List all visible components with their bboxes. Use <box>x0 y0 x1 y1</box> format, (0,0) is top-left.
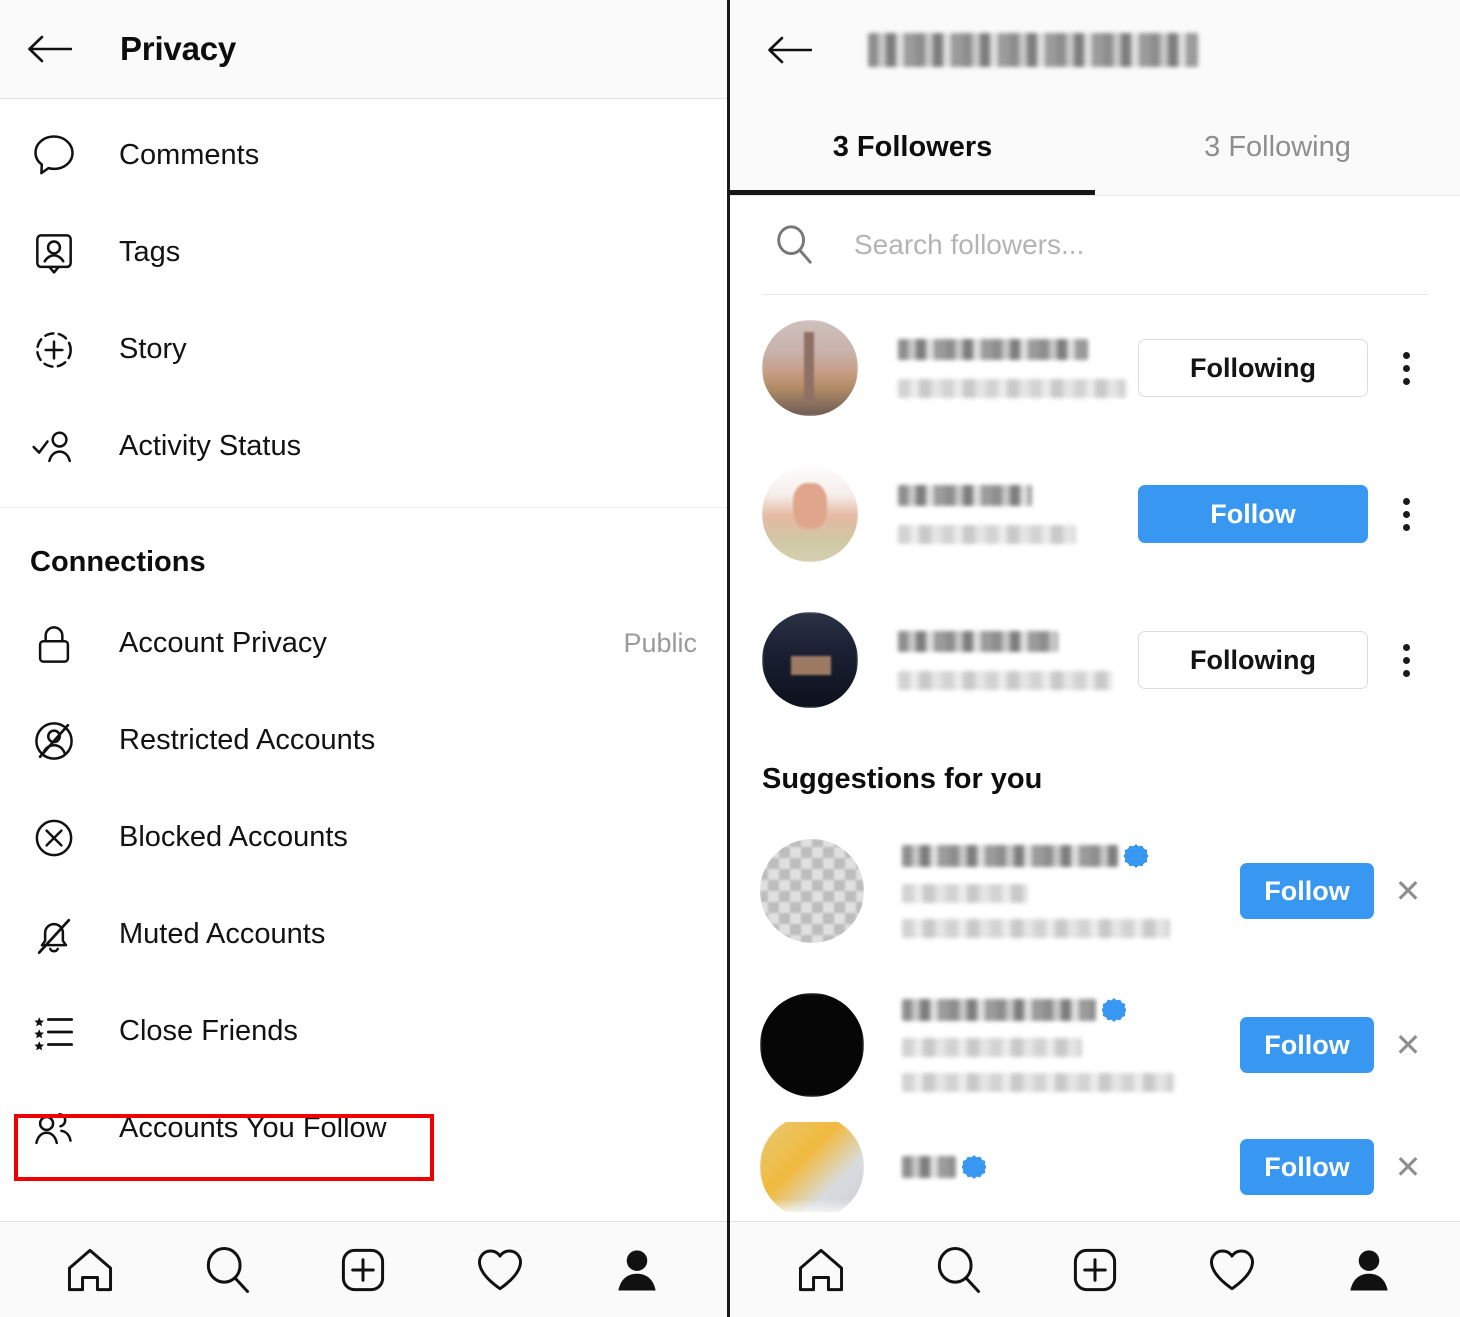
add-post-icon[interactable] <box>1062 1237 1128 1303</box>
sidebar-item-tags[interactable]: Tags <box>0 204 727 301</box>
blocked-circle-x-icon <box>27 811 81 865</box>
follower-name-block <box>898 338 1138 398</box>
suggestion-name-block <box>902 1155 1232 1179</box>
bottom-nav-right <box>730 1221 1460 1317</box>
sidebar-item-label: Blocked Accounts <box>119 821 348 853</box>
suggestion-name-block <box>902 998 1232 1092</box>
sidebar-item-label: Close Friends <box>119 1015 298 1047</box>
sidebar-item-activity-status[interactable]: Activity Status <box>0 398 727 495</box>
avatar[interactable] <box>760 993 864 1097</box>
privacy-main-list: Comments Tags Story Activity Status <box>0 99 727 495</box>
bottom-nav-left <box>0 1221 727 1317</box>
muted-bell-icon <box>27 908 81 962</box>
sidebar-item-label: Activity Status <box>119 430 302 462</box>
close-x-icon[interactable]: ✕ <box>1382 1148 1434 1186</box>
sidebar-item-story[interactable]: Story <box>0 301 727 398</box>
back-arrow-icon[interactable] <box>26 34 72 64</box>
profile-icon[interactable] <box>1336 1237 1402 1303</box>
activity-status-icon <box>27 420 81 474</box>
sidebar-item-label: Restricted Accounts <box>119 724 376 756</box>
account-username-blurred <box>868 30 1198 70</box>
back-arrow-icon[interactable] <box>766 35 812 65</box>
sidebar-item-blocked-accounts[interactable]: Blocked Accounts <box>0 789 727 886</box>
verified-badge-icon <box>1124 844 1148 868</box>
lock-icon <box>27 617 81 671</box>
follow-button[interactable]: Follow <box>1240 863 1374 919</box>
tab-following[interactable]: 3 Following <box>1095 99 1460 195</box>
close-x-icon[interactable]: ✕ <box>1382 872 1434 910</box>
follower-row[interactable]: Following <box>730 587 1460 733</box>
close-x-icon[interactable]: ✕ <box>1382 1026 1434 1064</box>
sidebar-item-label: Account Privacy <box>119 627 327 659</box>
home-icon[interactable] <box>57 1237 123 1303</box>
follower-row[interactable]: Following <box>730 295 1460 441</box>
avatar[interactable] <box>760 839 864 943</box>
search-icon[interactable] <box>925 1237 991 1303</box>
sidebar-item-muted-accounts[interactable]: Muted Accounts <box>0 886 727 983</box>
sidebar-item-comments[interactable]: Comments <box>0 107 727 204</box>
avatar[interactable] <box>760 1122 864 1212</box>
follow-button[interactable]: Follow <box>1240 1017 1374 1073</box>
sidebar-item-close-friends[interactable]: Close Friends <box>0 983 727 1080</box>
search-icon <box>772 222 818 268</box>
suggestion-row[interactable]: Follow ✕ <box>730 814 1460 968</box>
privacy-header: Privacy <box>0 0 727 99</box>
suggestion-row[interactable]: Follow ✕ <box>730 968 1460 1122</box>
avatar[interactable] <box>762 612 858 708</box>
heart-icon[interactable] <box>467 1237 533 1303</box>
following-button[interactable]: Following <box>1138 631 1368 689</box>
avatar[interactable] <box>762 466 858 562</box>
more-vertical-icon[interactable] <box>1378 497 1434 531</box>
following-button[interactable]: Following <box>1138 339 1368 397</box>
avatar[interactable] <box>762 320 858 416</box>
profile-icon[interactable] <box>604 1237 670 1303</box>
comment-bubble-icon <box>27 129 81 183</box>
more-vertical-icon[interactable] <box>1378 643 1434 677</box>
tag-person-icon <box>27 226 81 280</box>
tab-followers-label: 3 Followers <box>832 130 993 163</box>
follow-button[interactable]: Follow <box>1138 485 1368 543</box>
heart-icon[interactable] <box>1199 1237 1265 1303</box>
page-title: Privacy <box>120 30 237 67</box>
follower-name-block <box>898 484 1138 544</box>
suggestion-name-block <box>902 844 1232 938</box>
home-icon[interactable] <box>788 1237 854 1303</box>
tab-followers[interactable]: 3 Followers <box>730 99 1095 195</box>
accounts-you-follow-icon <box>27 1102 81 1156</box>
search-followers-field[interactable]: Search followers... <box>730 196 1460 294</box>
search-icon[interactable] <box>194 1237 260 1303</box>
search-input-placeholder: Search followers... <box>854 229 1085 260</box>
restricted-account-icon <box>27 714 81 768</box>
account-privacy-value: Public <box>623 628 697 658</box>
sidebar-item-label: Comments <box>119 139 260 171</box>
followers-following-tabs: 3 Followers 3 Following <box>730 99 1460 195</box>
verified-badge-icon <box>962 1155 986 1179</box>
add-post-icon[interactable] <box>330 1237 396 1303</box>
sidebar-item-restricted-accounts[interactable]: Restricted Accounts <box>0 692 727 789</box>
follower-name-block <box>898 630 1138 690</box>
dual-panel-screenshot: Privacy Comments Tags Story Activity Sta… <box>0 0 1460 1317</box>
sidebar-item-accounts-you-follow[interactable]: Accounts You Follow <box>0 1080 727 1177</box>
suggestion-row[interactable]: Follow ✕ <box>730 1122 1460 1212</box>
sidebar-item-account-privacy[interactable]: Account Privacy Public <box>0 595 727 692</box>
followers-list-panel: 3 Followers 3 Following Search followers… <box>730 0 1460 1317</box>
follower-row[interactable]: Follow <box>730 441 1460 587</box>
more-vertical-icon[interactable] <box>1378 351 1434 385</box>
sidebar-item-label: Story <box>119 333 187 365</box>
connections-list: Account Privacy Public Restricted Accoun… <box>0 595 727 1177</box>
sidebar-item-label: Accounts You Follow <box>119 1112 387 1144</box>
verified-badge-icon <box>1102 998 1126 1022</box>
suggestions-title: Suggestions for you <box>762 763 1043 795</box>
privacy-settings-panel: Privacy Comments Tags Story Activity Sta… <box>0 0 730 1317</box>
story-plus-icon <box>27 323 81 377</box>
close-friends-star-list-icon <box>27 1005 81 1059</box>
connections-section-title: Connections <box>30 546 206 578</box>
follow-button[interactable]: Follow <box>1240 1139 1374 1195</box>
followers-header <box>730 0 1460 99</box>
sidebar-item-label: Muted Accounts <box>119 918 326 950</box>
sidebar-item-label: Tags <box>119 236 181 268</box>
tab-following-label: 3 Following <box>1204 130 1351 163</box>
